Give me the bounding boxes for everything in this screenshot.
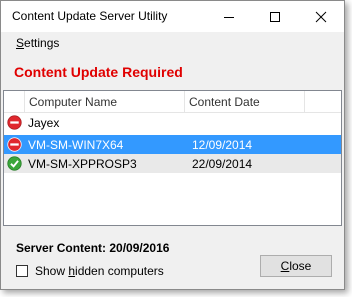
show-hidden-label-pre: Show	[35, 264, 69, 278]
show-hidden-computers-label[interactable]: Show hidden computers	[35, 264, 164, 278]
list-row[interactable]: Jayex	[4, 113, 341, 132]
close-label-rest: lose	[289, 259, 312, 273]
status-message: Content Update Required	[14, 64, 183, 80]
error-icon	[7, 115, 22, 130]
maximize-button[interactable]	[252, 1, 298, 32]
error-icon	[7, 137, 22, 152]
close-button[interactable]: Close	[260, 255, 332, 277]
computer-name: VM-SM-WIN7X64	[28, 138, 124, 152]
column-header-computer-name[interactable]: Computer Name	[29, 95, 117, 109]
content-date: 22/09/2014	[192, 157, 253, 171]
computer-name: Jayex	[28, 116, 60, 130]
list-row[interactable]: VM-SM-WIN7X64 12/09/2014	[4, 135, 341, 154]
settings-label-rest: ettings	[24, 36, 60, 50]
title-bar[interactable]: Content Update Server Utility	[1, 1, 344, 32]
menu-settings[interactable]: Settings	[16, 36, 59, 50]
app-window: Content Update Server Utility Settings C…	[0, 0, 345, 290]
close-window-button[interactable]	[298, 1, 344, 32]
menu-bar: Settings	[1, 32, 344, 54]
minimize-icon	[224, 17, 234, 18]
column-divider[interactable]	[24, 91, 25, 112]
column-divider[interactable]	[184, 91, 185, 112]
settings-mnemonic: S	[16, 36, 25, 50]
show-hidden-computers-checkbox[interactable]	[16, 265, 28, 277]
list-header: Computer Name Content Date	[4, 91, 341, 113]
window-title: Content Update Server Utility	[12, 9, 168, 23]
list-row[interactable]: VM-SM-XPPROSP3 22/09/2014	[4, 154, 341, 173]
computer-list[interactable]: Computer Name Content Date Jayex VM-SM-W…	[3, 90, 342, 226]
maximize-icon	[270, 12, 280, 22]
column-divider[interactable]	[304, 91, 305, 112]
close-icon	[315, 11, 327, 23]
minimize-button[interactable]	[206, 1, 252, 32]
computer-name: VM-SM-XPPROSP3	[28, 157, 137, 171]
show-hidden-label-post: idden computers	[75, 264, 164, 278]
column-header-content-date[interactable]: Content Date	[189, 95, 260, 109]
server-content-label: Server Content: 20/09/2016	[16, 241, 170, 255]
content-date: 12/09/2014	[192, 138, 253, 152]
ok-check-icon	[7, 156, 22, 171]
